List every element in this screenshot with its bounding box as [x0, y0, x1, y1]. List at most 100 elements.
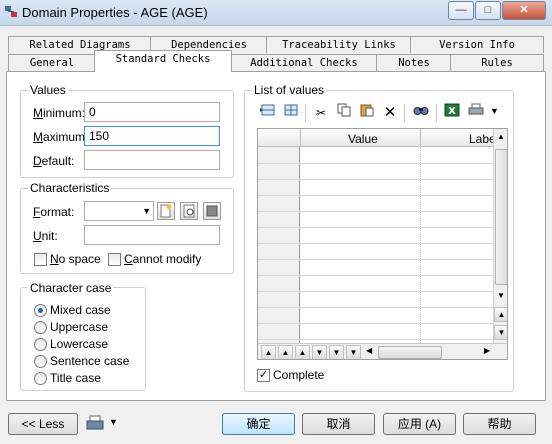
- cannot-modify-checkbox[interactable]: [108, 253, 121, 266]
- horizontal-scroll-thumb[interactable]: [378, 346, 442, 359]
- cut-button[interactable]: ✂: [310, 103, 332, 123]
- svg-text:X: X: [448, 106, 456, 117]
- grid-row-line: [258, 339, 493, 340]
- print-menu-button[interactable]: ▼: [86, 414, 122, 434]
- cancel-button[interactable]: 取消: [302, 413, 375, 435]
- grid-row-line: [258, 259, 493, 260]
- grid-row-line: [258, 163, 493, 164]
- toolbar-separator: [436, 104, 437, 122]
- move-down-page-button[interactable]: ▼: [329, 345, 344, 359]
- copy-icon: [337, 103, 351, 117]
- format-combo[interactable]: ▼: [84, 201, 154, 221]
- values-group-title: Values: [28, 83, 68, 97]
- format-select-button[interactable]: [203, 202, 221, 220]
- export-excel-button[interactable]: X: [441, 103, 463, 123]
- chevron-down-icon: ▼: [109, 417, 118, 427]
- format-properties-button[interactable]: [180, 202, 198, 220]
- paste-icon: [360, 104, 374, 117]
- move-down-button[interactable]: ▼: [312, 345, 327, 359]
- scroll-top-icon: ▲: [497, 310, 506, 319]
- tab-notes[interactable]: Notes: [376, 54, 452, 71]
- ok-button[interactable]: 确定: [222, 413, 295, 435]
- vertical-scrollbar[interactable]: ▲ ▼ ▲ ▼: [493, 129, 507, 343]
- grid-row-line: [258, 243, 493, 244]
- print-dropdown-arrow[interactable]: ▼: [490, 106, 499, 116]
- scroll-down-icon[interactable]: ▼: [497, 291, 505, 300]
- grid-row-line: [258, 195, 493, 196]
- checkmark-icon: ✓: [258, 369, 269, 381]
- tab-traceability-links[interactable]: Traceability Links: [266, 36, 412, 53]
- copy-button[interactable]: [333, 103, 355, 123]
- print-icon: [86, 415, 104, 430]
- scroll-top-button[interactable]: ▲: [494, 307, 507, 322]
- minimum-label: Minimum:: [33, 106, 86, 120]
- sentence-case-label: Sentence case: [50, 354, 130, 368]
- tab-version-info[interactable]: Version Info: [410, 36, 544, 53]
- help-button[interactable]: 帮助: [463, 413, 536, 435]
- paste-button[interactable]: [356, 103, 378, 123]
- column-header-value[interactable]: Value: [348, 132, 378, 146]
- grid-row-line: [258, 275, 493, 276]
- close-button[interactable]: ✕: [502, 1, 546, 20]
- radio-mixed-case[interactable]: [34, 304, 47, 317]
- unit-field[interactable]: [84, 225, 220, 245]
- header-divider: [300, 129, 301, 147]
- tab-general[interactable]: General: [8, 54, 96, 71]
- move-up-button[interactable]: ▲: [295, 345, 310, 359]
- tab-standard-checks[interactable]: Standard Checks: [94, 50, 232, 72]
- no-space-checkbox[interactable]: [34, 253, 47, 266]
- scroll-right-icon[interactable]: ▶: [484, 346, 490, 355]
- grid-footer: ▲ ▲ ▲ ▼ ▼ ▼ ◀ ▶: [258, 343, 507, 359]
- move-up-page-icon: ▲: [281, 348, 290, 357]
- radio-title-case[interactable]: [34, 372, 47, 385]
- maximize-button[interactable]: □: [475, 1, 501, 20]
- move-bottom-button[interactable]: ▼: [346, 345, 361, 359]
- no-space-label: No space: [50, 252, 101, 266]
- row-header-column: [258, 147, 300, 343]
- chevron-down-icon: ▼: [490, 106, 499, 116]
- move-up-page-button[interactable]: ▲: [278, 345, 293, 359]
- radio-lowercase[interactable]: [34, 338, 47, 351]
- lowercase-label: Lowercase: [50, 337, 109, 351]
- app-icon: [5, 6, 17, 17]
- column-header-label[interactable]: Labe: [469, 132, 496, 146]
- new-document-icon: [160, 204, 172, 218]
- minimize-button[interactable]: —: [448, 1, 474, 20]
- delete-icon: ✕: [383, 104, 397, 121]
- tab-additional-checks[interactable]: Additional Checks: [230, 54, 378, 71]
- find-button[interactable]: [410, 103, 432, 123]
- list-of-values-title: List of values: [252, 83, 327, 97]
- new-format-button[interactable]: [157, 202, 175, 220]
- grid-row-line: [258, 307, 493, 308]
- apply-button[interactable]: 应用 (A): [383, 413, 456, 435]
- select-icon: [206, 205, 218, 217]
- default-label: Default:: [33, 154, 75, 168]
- move-top-button[interactable]: ▲: [261, 345, 276, 359]
- less-button[interactable]: << Less: [8, 413, 78, 435]
- minimum-field[interactable]: 0: [84, 102, 220, 122]
- scroll-bottom-button[interactable]: ▼: [494, 325, 507, 340]
- scroll-up-icon[interactable]: ▲: [497, 132, 505, 141]
- move-bottom-icon: ▼: [349, 348, 358, 357]
- add-row-button[interactable]: [280, 103, 302, 123]
- complete-label: Complete: [273, 368, 325, 382]
- maximum-field[interactable]: 150: [84, 126, 220, 146]
- values-grid[interactable]: Value Labe ▲ ▼ ▲ ▼ ▲ ▲ ▲ ▼ ▼ ▼ ◀ ▶: [257, 128, 508, 360]
- character-case-group-title: Character case: [28, 281, 114, 295]
- scroll-thumb[interactable]: [495, 149, 507, 285]
- grid-row-line: [258, 291, 493, 292]
- complete-checkbox[interactable]: ✓: [257, 369, 270, 382]
- radio-uppercase[interactable]: [34, 321, 47, 334]
- print-button[interactable]: [465, 103, 487, 123]
- insert-row-button[interactable]: [257, 103, 279, 123]
- scroll-left-icon[interactable]: ◀: [366, 346, 372, 355]
- grid-row-line: [258, 179, 493, 180]
- column-divider: [420, 147, 421, 343]
- default-field[interactable]: [84, 150, 220, 170]
- excel-icon: X: [444, 103, 460, 117]
- toolbar-separator: [305, 104, 306, 122]
- tab-rules[interactable]: Rules: [450, 54, 544, 71]
- radio-sentence-case[interactable]: [34, 355, 47, 368]
- delete-button[interactable]: ✕: [379, 103, 401, 123]
- move-top-icon: ▲: [264, 348, 273, 357]
